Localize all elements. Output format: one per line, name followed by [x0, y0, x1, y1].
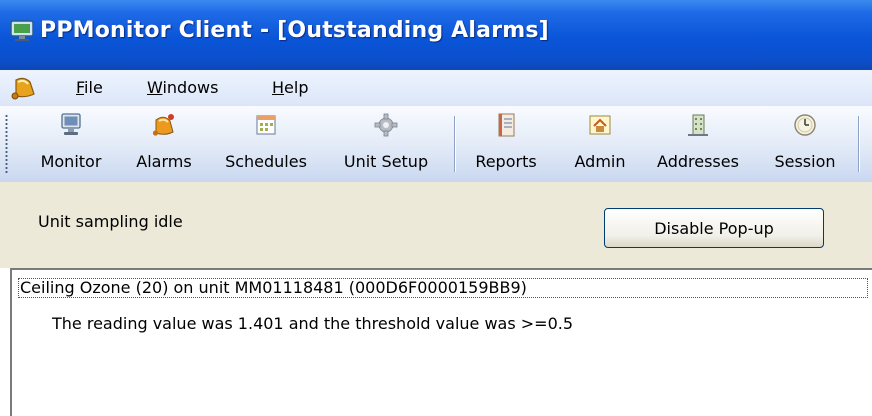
- status-panel: Unit sampling idle Disable Pop-up: [0, 182, 872, 268]
- toolbar-admin-label: Admin: [574, 152, 626, 171]
- gear-icon: [374, 113, 398, 137]
- alarm-bell-icon: [152, 114, 174, 136]
- alarm-item-detail: The reading value was 1.401 and the thre…: [52, 314, 574, 333]
- monitor-icon: [61, 113, 81, 135]
- toolbar-monitor-label: Monitor: [40, 152, 102, 171]
- toolbar-reports-button[interactable]: Reports: [462, 112, 550, 176]
- toolbar-separator: [858, 116, 859, 172]
- app-monitor-icon: [10, 20, 34, 41]
- toolbar-reports-label: Reports: [475, 152, 537, 171]
- toolbar-admin-button[interactable]: Admin: [558, 112, 642, 176]
- toolbar-session-label: Session: [774, 152, 836, 171]
- sampling-status-text: Unit sampling idle: [38, 212, 183, 231]
- toolbar-session-button[interactable]: Session: [762, 112, 848, 176]
- admin-house-icon: [589, 115, 611, 135]
- toolbar-alarms-button[interactable]: Alarms: [122, 112, 206, 176]
- toolbar-unit-setup-label: Unit Setup: [343, 152, 429, 171]
- disable-popup-button[interactable]: Disable Pop-up: [604, 208, 824, 248]
- building-icon: [688, 114, 708, 136]
- window-title: PPMonitor Client - [Outstanding Alarms]: [40, 18, 549, 43]
- toolbar-separator: [454, 116, 455, 172]
- toolbar-monitor-button[interactable]: Monitor: [28, 112, 114, 176]
- toolbar: Monitor Alarms Schedules Unit Setup Repo…: [0, 106, 872, 183]
- menu-bar: File Windows Help: [0, 70, 872, 106]
- toolbar-alarms-label: Alarms: [136, 152, 192, 171]
- alarm-list[interactable]: Ceiling Ozone (20) on unit MM01118481 (0…: [10, 268, 872, 416]
- menu-windows[interactable]: Windows: [147, 78, 218, 97]
- calendar-icon: [256, 115, 276, 135]
- toolbar-schedules-button[interactable]: Schedules: [212, 112, 320, 176]
- clock-icon: [794, 114, 816, 136]
- app-bell-logo-icon[interactable]: [10, 74, 38, 102]
- title-bar: PPMonitor Client - [Outstanding Alarms]: [0, 0, 872, 70]
- report-book-icon: [498, 113, 515, 137]
- toolbar-schedules-label: Schedules: [225, 152, 307, 171]
- alarm-item-header[interactable]: Ceiling Ozone (20) on unit MM01118481 (0…: [18, 278, 868, 298]
- menu-file[interactable]: File: [76, 78, 103, 97]
- menu-help[interactable]: Help: [272, 78, 308, 97]
- toolbar-unit-setup-button[interactable]: Unit Setup: [328, 112, 444, 176]
- toolbar-grip[interactable]: [5, 114, 8, 174]
- toolbar-addresses-button[interactable]: Addresses: [642, 112, 754, 176]
- toolbar-addresses-label: Addresses: [657, 152, 739, 171]
